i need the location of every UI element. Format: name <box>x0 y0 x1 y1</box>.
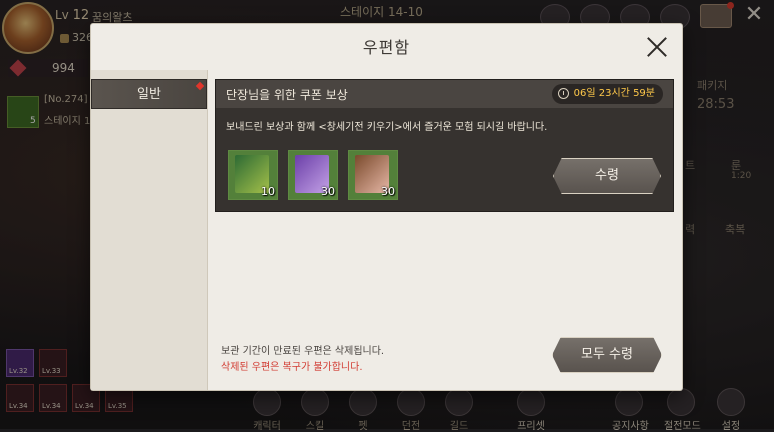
mail-item: 단장님을 위한 쿠폰 보상 06일 23시간 59분 보내드린 보상과 함께 <… <box>215 79 674 212</box>
reward-item[interactable]: 10 <box>228 150 278 200</box>
footer-note: 보관 기간이 만료된 우편은 삭제됩니다. <box>221 346 385 357</box>
tab-column: 일반 <box>91 70 208 390</box>
clock-icon <box>557 88 569 99</box>
new-indicator-dot <box>195 81 205 91</box>
modal-title: 우편함 <box>362 38 411 57</box>
mailbox-modal: 우편함 일반 단장님을 위한 쿠폰 보상 06일 23시간 59분 보내드린 보… <box>91 24 682 390</box>
reward-item[interactable]: 30 <box>288 150 338 200</box>
footer-warning: 삭제된 우편은 복구가 불가합니다. <box>221 362 363 373</box>
mail-header: 단장님을 위한 쿠폰 보상 06일 23시간 59분 <box>216 80 673 108</box>
tab-general[interactable]: 일반 <box>91 79 207 109</box>
mail-title: 단장님을 위한 쿠폰 보상 <box>226 88 348 102</box>
reward-item[interactable]: 30 <box>348 150 398 200</box>
claim-button[interactable]: 수령 <box>553 158 661 194</box>
mail-list: 단장님을 위한 쿠폰 보상 06일 23시간 59분 보내드린 보상과 함께 <… <box>208 70 682 390</box>
close-icon[interactable] <box>646 36 668 58</box>
claim-all-button[interactable]: 모두 수령 <box>552 337 662 373</box>
mail-body: 보내드린 보상과 함께 <창세기전 키우기>에서 즐거운 모험 되시길 바랍니다… <box>226 122 548 133</box>
mail-expiry-badge: 06일 23시간 59분 <box>551 84 663 104</box>
